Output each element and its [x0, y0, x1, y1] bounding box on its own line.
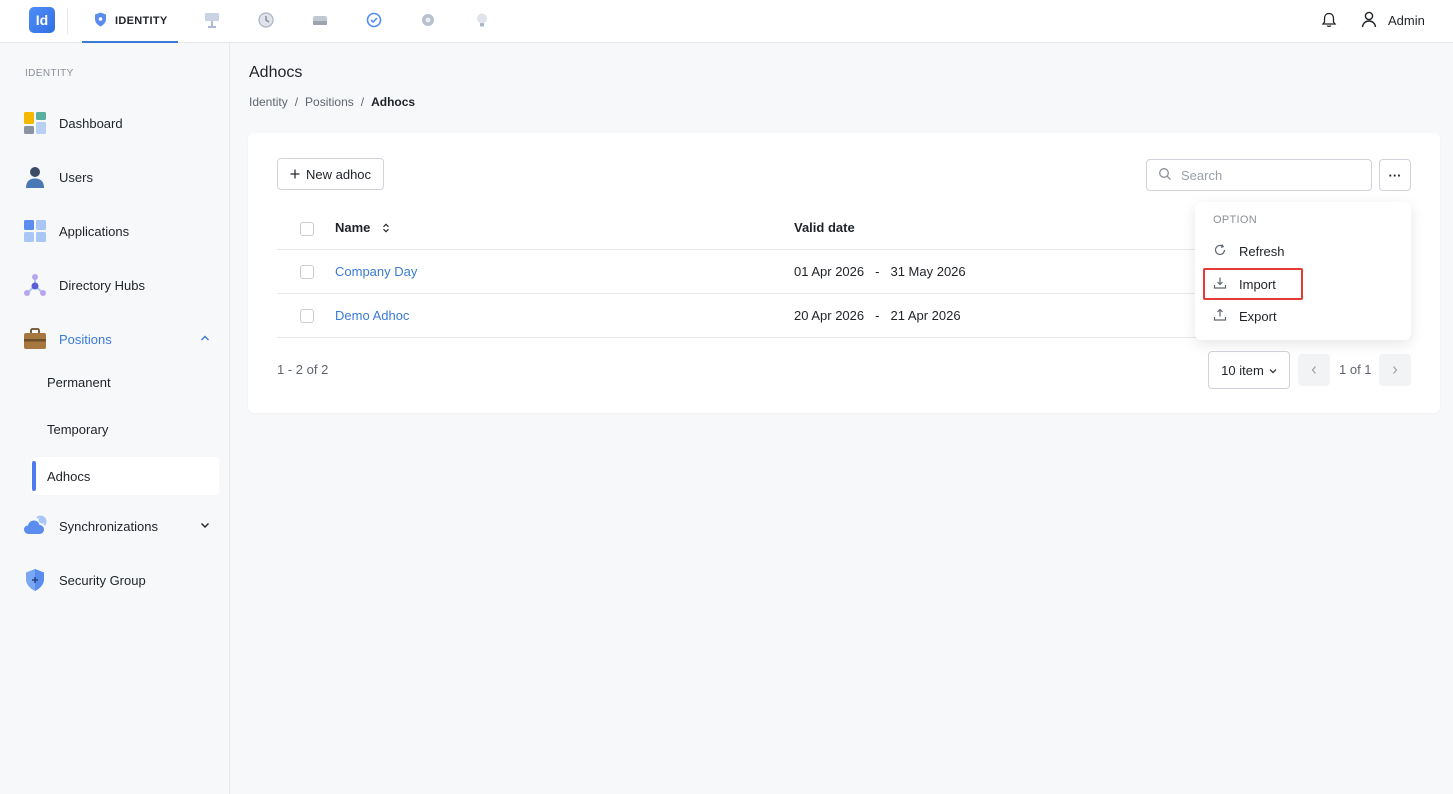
refresh-icon: [1213, 243, 1227, 260]
chevron-down-icon[interactable]: [199, 519, 211, 534]
sidebar-item-directory-hubs[interactable]: Directory Hubs: [23, 268, 223, 302]
presentation-icon[interactable]: [203, 11, 221, 29]
divider: [67, 8, 68, 34]
select-all-checkbox[interactable]: [300, 222, 314, 236]
page-title: Adhocs: [249, 64, 303, 81]
menu-item-label: Refresh: [1239, 243, 1285, 259]
sidebar: IDENTITY Dashboard Users Applications Di…: [0, 43, 230, 794]
options-dropdown: OPTION Refresh Import Export: [1195, 202, 1411, 340]
lightbulb-icon[interactable]: [473, 11, 491, 29]
briefcase-icon: [23, 327, 47, 351]
download-icon: [1213, 276, 1227, 293]
history-icon[interactable]: [257, 11, 275, 29]
column-header-valid-date: Valid date: [794, 220, 855, 235]
user-icon: [1360, 10, 1378, 31]
breadcrumb-item-identity[interactable]: Identity: [249, 95, 288, 109]
sidebar-subitem-permanent[interactable]: Permanent: [31, 363, 219, 401]
dropdown-header: OPTION: [1213, 214, 1257, 226]
menu-item-refresh[interactable]: Refresh: [1203, 235, 1303, 267]
end-date: 21 Apr 2026: [890, 308, 961, 323]
menu-item-export[interactable]: Export: [1203, 300, 1303, 332]
tab-identity-label: IDENTITY: [115, 14, 168, 27]
date-separator: -: [875, 308, 880, 323]
sidebar-item-label: Synchronizations: [59, 518, 158, 534]
chevron-up-icon[interactable]: [199, 332, 211, 347]
new-adhoc-button[interactable]: New adhoc: [277, 158, 385, 190]
sidebar-item-dashboard[interactable]: Dashboard: [23, 106, 223, 140]
sidebar-item-users[interactable]: Users: [23, 160, 223, 194]
breadcrumb-separator: /: [294, 95, 299, 109]
sidebar-item-security-group[interactable]: Security Group: [23, 563, 223, 597]
chevron-right-icon: [1391, 363, 1399, 378]
user-menu[interactable]: Admin: [1360, 10, 1425, 31]
sidebar-item-label: Applications: [59, 223, 130, 239]
search-input[interactable]: [1181, 167, 1351, 183]
prev-page-button[interactable]: [1298, 354, 1330, 386]
storage-icon[interactable]: [311, 11, 329, 29]
page-size-select[interactable]: 10 item: [1208, 351, 1290, 389]
sidebar-section-title: IDENTITY: [25, 68, 74, 79]
hub-icon: [23, 273, 47, 297]
bell-icon[interactable]: [1320, 11, 1338, 29]
shield-icon: [94, 12, 107, 30]
start-date: 20 Apr 2026: [794, 308, 865, 323]
breadcrumb: Identity / Positions / Adhocs: [249, 95, 415, 109]
menu-item-import[interactable]: Import: [1203, 268, 1303, 300]
page-size-value: 10 item: [1221, 362, 1264, 378]
sidebar-item-positions[interactable]: Positions: [23, 322, 223, 356]
sidebar-subitem-adhocs[interactable]: Adhocs: [31, 457, 219, 495]
sidebar-subitem-temporary[interactable]: Temporary: [31, 410, 219, 448]
shield-icon: [23, 568, 47, 592]
gear-icon[interactable]: [419, 11, 437, 29]
next-page-button[interactable]: [1379, 354, 1411, 386]
sidebar-item-synchronizations[interactable]: Synchronizations: [23, 509, 223, 543]
sort-icon[interactable]: [382, 221, 390, 236]
search-box[interactable]: [1146, 159, 1372, 191]
column-header-name[interactable]: Name: [335, 220, 390, 236]
sidebar-item-label: Security Group: [59, 572, 146, 588]
breadcrumb-item-current: Adhocs: [371, 95, 416, 109]
check-circle-icon[interactable]: [365, 11, 383, 29]
top-bar: Id IDENTITY Admin: [0, 0, 1453, 43]
more-options-button[interactable]: ···: [1379, 159, 1411, 191]
breadcrumb-separator: /: [360, 95, 365, 109]
plus-icon: [290, 167, 300, 182]
user-name: Admin: [1388, 13, 1425, 28]
applications-icon: [23, 219, 47, 243]
chevron-left-icon: [1310, 363, 1318, 378]
app-logo[interactable]: Id: [29, 7, 55, 33]
row-valid-date: 20 Apr 2026 - 21 Apr 2026: [794, 308, 961, 323]
dashboard-icon: [23, 111, 47, 135]
chevron-down-icon: [1269, 363, 1277, 378]
end-date: 31 May 2026: [890, 264, 966, 279]
menu-item-label: Import: [1239, 276, 1276, 292]
column-name-label: Name: [335, 220, 371, 235]
tab-identity[interactable]: IDENTITY: [82, 0, 178, 43]
row-name-link[interactable]: Demo Adhoc: [335, 308, 409, 323]
new-adhoc-label: New adhoc: [306, 166, 372, 182]
sidebar-item-label: Positions: [59, 331, 112, 347]
user-icon: [23, 165, 47, 189]
menu-item-label: Export: [1239, 308, 1277, 324]
date-separator: -: [875, 264, 880, 279]
cloud-sync-icon: [23, 514, 47, 538]
sidebar-item-label: Users: [59, 169, 93, 185]
sidebar-item-label: Dashboard: [59, 115, 123, 131]
row-valid-date: 01 Apr 2026 - 31 May 2026: [794, 264, 966, 279]
row-checkbox[interactable]: [300, 309, 314, 323]
breadcrumb-item-positions[interactable]: Positions: [305, 95, 354, 109]
page-info: 1 of 1: [1339, 362, 1372, 377]
row-checkbox[interactable]: [300, 265, 314, 279]
start-date: 01 Apr 2026: [794, 264, 865, 279]
upload-icon: [1213, 308, 1227, 325]
pagination-range: 1 - 2 of 2: [277, 362, 329, 377]
row-name-link[interactable]: Company Day: [335, 264, 417, 279]
search-icon: [1158, 167, 1172, 184]
sidebar-item-label: Directory Hubs: [59, 277, 145, 293]
sidebar-item-applications[interactable]: Applications: [23, 214, 223, 248]
